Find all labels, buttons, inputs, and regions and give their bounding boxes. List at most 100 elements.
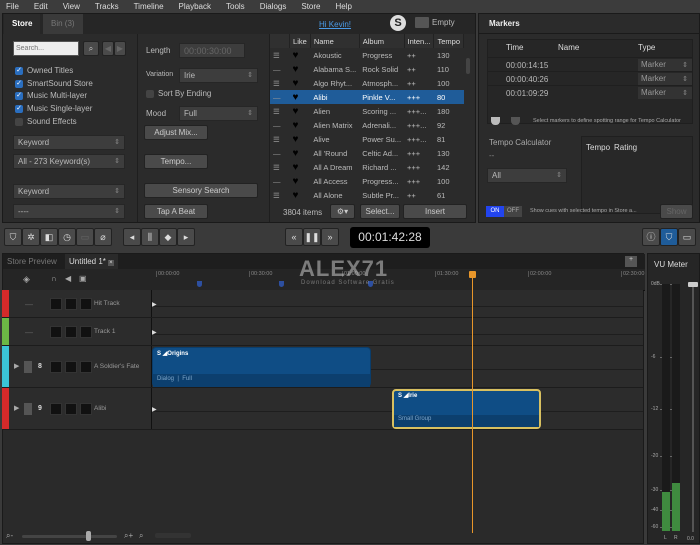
keyword-select-2[interactable]: Keyword <box>13 184 125 199</box>
tap-a-beat-button[interactable]: Tap A Beat <box>144 204 208 219</box>
adjust-mix-button[interactable]: Adjust Mix... <box>144 125 208 140</box>
toolbar-hit-button[interactable]: ✲ <box>22 228 40 246</box>
solo-icon[interactable] <box>50 403 62 415</box>
zoom-slider-handle[interactable] <box>86 531 91 541</box>
marker-pin-icon[interactable] <box>197 281 202 287</box>
mute-icon[interactable] <box>65 298 77 310</box>
toolbar-marker-button[interactable]: ⛉ <box>4 228 22 246</box>
track-list-row[interactable]: — ♥ Alien Matrix Adrenali... +++... 92 <box>270 118 464 132</box>
mood-select[interactable]: Full <box>179 106 258 121</box>
menu-tools[interactable]: Tools <box>220 0 254 13</box>
layer-full[interactable]: Full <box>182 376 192 382</box>
add-track-button[interactable]: + <box>625 256 637 267</box>
menu-timeline[interactable]: Timeline <box>128 0 173 13</box>
search-input[interactable] <box>13 41 79 56</box>
filter-music-multi-layer[interactable]: ✓ Music Multi-layer <box>15 91 87 100</box>
mute-icon[interactable] <box>65 326 77 338</box>
next-marker-button[interactable]: ▸ <box>177 228 195 246</box>
like-heart-icon[interactable]: ♥ <box>289 90 311 104</box>
playhead-handle[interactable] <box>469 271 476 278</box>
track-list-row[interactable]: ☰ ♥ Alive Power Su... +++... 81 <box>270 132 464 146</box>
col-tempo[interactable]: Tempo <box>433 34 464 48</box>
toolbar-timer-button[interactable]: ◷ <box>58 228 76 246</box>
tempo-button[interactable]: Tempo... <box>144 154 208 169</box>
col-intensity[interactable]: Inten... <box>404 34 435 48</box>
tab-bin[interactable]: Bin (3) <box>43 14 83 34</box>
track-list-row[interactable]: — ♥ Alabama S... Rock Solid ++ 110 <box>270 62 464 76</box>
menu-tracks[interactable]: Tracks <box>89 0 128 13</box>
zoom-out-icon[interactable]: ⌕- <box>6 531 13 541</box>
horizontal-scrollbar[interactable] <box>155 533 191 538</box>
col-type[interactable]: Type <box>638 43 655 52</box>
sensory-search-button[interactable]: Sensory Search <box>144 183 258 198</box>
remove-marker-icon[interactable] <box>511 117 520 125</box>
markers-view-button[interactable]: ⛉ <box>660 228 678 246</box>
on-toggle[interactable]: ON <box>486 206 504 217</box>
checkbox-icon[interactable]: ✓ <box>15 66 23 75</box>
pause-button[interactable]: ❚❚ <box>303 228 321 246</box>
checkbox-icon[interactable] <box>146 89 154 98</box>
lock-icon[interactable]: ▣ <box>79 274 87 283</box>
layers-icon[interactable]: ◈ <box>23 274 30 285</box>
zoom-slider[interactable] <box>22 535 117 538</box>
col-name[interactable]: Name <box>558 43 579 52</box>
keyword-value-select-2[interactable]: ---- <box>13 204 125 219</box>
solo-icon[interactable] <box>50 298 62 310</box>
speaker-icon[interactable]: ◀ <box>65 274 71 283</box>
menu-file[interactable]: File <box>0 0 28 13</box>
track-list-row[interactable]: ☰ ♥ All A Dream Richard ... +++ 142 <box>270 160 464 174</box>
insert-button[interactable]: Insert <box>403 204 467 219</box>
marker-row[interactable]: 00:00:40:26 Marker <box>488 71 692 85</box>
lock-icon[interactable] <box>80 403 92 415</box>
cart-icon[interactable] <box>415 17 429 28</box>
keyword-value-select-1[interactable]: All - 273 Keyword(s) <box>13 154 125 169</box>
timeline-track[interactable]: — Track 1 ▶ <box>2 318 643 346</box>
clip-origins[interactable]: S ◢Origins Dialog | Full <box>152 347 371 387</box>
track-list-row[interactable]: ☰ ♥ Alien Scoring ... +++... 180 <box>270 104 464 118</box>
toolbar-layer-button[interactable]: ◧ <box>40 228 58 246</box>
tab-store[interactable]: Store <box>4 14 41 34</box>
lock-icon[interactable] <box>80 298 92 310</box>
checkbox-icon[interactable]: ✓ <box>15 91 23 100</box>
checkbox-icon[interactable]: ✓ <box>15 104 23 113</box>
track-list-row[interactable]: ☰ ♥ Algo Rhyt... Atmosph... ++ 100 <box>270 76 464 90</box>
tab-store-preview[interactable]: Store Preview <box>7 257 57 266</box>
like-heart-icon[interactable]: ♥ <box>290 188 311 202</box>
layer-dialog[interactable]: Dialog <box>157 376 174 382</box>
sort-by-ending-checkbox[interactable]: Sort By Ending <box>146 89 211 98</box>
timeline-track[interactable]: — Hit Track ▶ <box>2 290 643 318</box>
length-field[interactable]: 00:00:30:00 <box>179 43 245 58</box>
checkbox-icon[interactable]: ✓ <box>15 79 23 88</box>
menu-view[interactable]: View <box>57 0 89 13</box>
rewind-button[interactable]: « <box>285 228 303 246</box>
mute-icon[interactable] <box>65 403 77 415</box>
layer-small-group[interactable]: Small Group <box>398 416 431 422</box>
like-heart-icon[interactable]: ♥ <box>290 62 311 76</box>
col-time[interactable]: Time <box>506 43 523 52</box>
marker-type-select[interactable]: Marker <box>638 73 692 85</box>
marker-type-select[interactable]: Marker <box>638 87 692 99</box>
filter-owned-titles[interactable]: ✓ Owned Titles <box>15 66 73 75</box>
clip-irie[interactable]: S ◢Irie Small Group <box>392 389 541 429</box>
time-ruler[interactable]: 00:00:00 00:30:00 01:00:00 01:30:00 02:00:00… <box>153 269 645 291</box>
fast-forward-button[interactable]: » <box>321 228 339 246</box>
filter-sound-effects[interactable]: Sound Effects <box>15 117 77 126</box>
close-tab-icon[interactable]: × <box>108 260 114 266</box>
tab-untitled[interactable]: Untitled 1* × <box>65 254 118 269</box>
variation-select[interactable]: Irie <box>179 68 258 83</box>
zoom-in-icon[interactable]: ⌕+ <box>124 531 133 541</box>
like-heart-icon[interactable]: ♥ <box>290 132 311 146</box>
marker-row[interactable]: 00:01:09:29 Marker <box>488 85 692 99</box>
like-heart-icon[interactable]: ♥ <box>290 104 311 118</box>
add-marker-icon[interactable] <box>491 117 500 125</box>
filter-smartsound-store[interactable]: ✓ SmartSound Store <box>15 79 93 88</box>
like-heart-icon[interactable]: ♥ <box>290 160 311 174</box>
menu-help[interactable]: Help <box>330 0 361 13</box>
expand-icon[interactable]: ▶ <box>14 362 19 370</box>
like-heart-icon[interactable]: ♥ <box>290 118 311 132</box>
lock-icon[interactable] <box>80 326 92 338</box>
solo-icon[interactable] <box>50 361 62 373</box>
marker-row[interactable]: 00:00:14:15 Marker <box>488 57 692 71</box>
zoom-fit-icon[interactable]: ⌕ <box>139 531 143 541</box>
forward-button[interactable]: ▶ <box>114 41 126 56</box>
